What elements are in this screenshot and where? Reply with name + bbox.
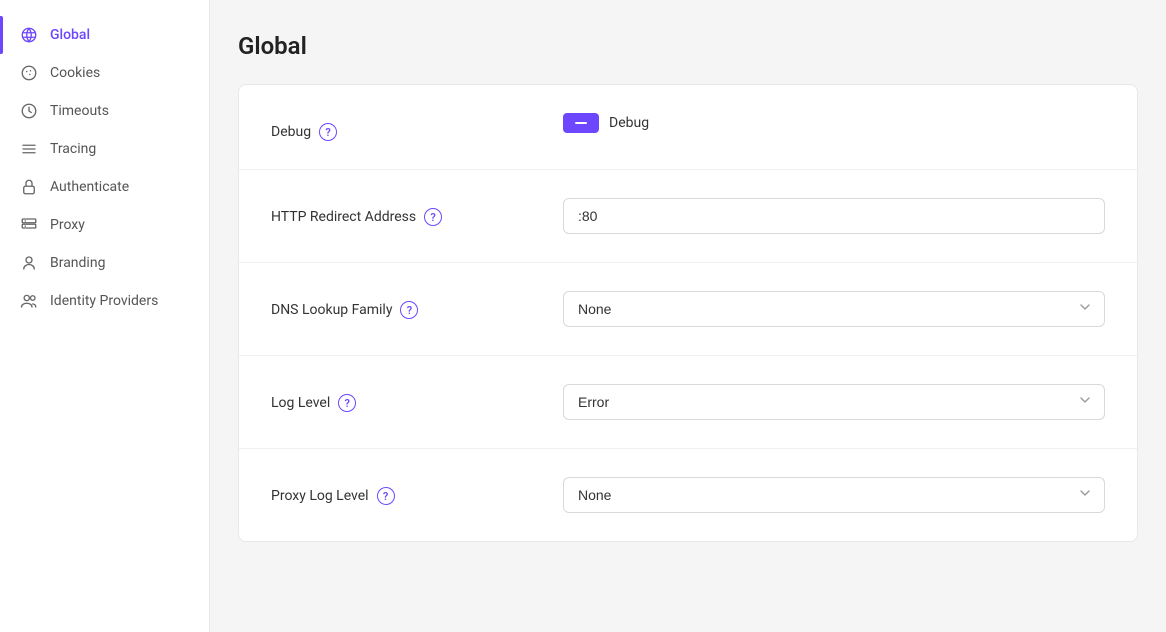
http-redirect-section: HTTP Redirect Address ?	[239, 170, 1137, 263]
log-level-row: Log Level ? Error Debug Info Warn Fatal	[271, 384, 1105, 420]
dns-lookup-row: DNS Lookup Family ? None V4Only V6Only A…	[271, 291, 1105, 327]
sidebar-item-global[interactable]: Global	[0, 16, 209, 54]
checkbox-minus-icon	[575, 122, 587, 125]
sidebar-item-label-cookies: Cookies	[50, 65, 100, 81]
debug-checkbox[interactable]	[563, 113, 599, 133]
sidebar-item-label-identity-providers: Identity Providers	[50, 293, 158, 309]
sidebar-item-label-global: Global	[50, 27, 90, 43]
dns-lookup-label-area: DNS Lookup Family ?	[271, 291, 531, 319]
clock-icon	[20, 102, 38, 120]
sidebar-item-identity-providers[interactable]: Identity Providers	[0, 282, 209, 320]
proxy-log-level-label-area: Proxy Log Level ?	[271, 477, 531, 505]
cookie-icon	[20, 64, 38, 82]
sidebar-item-label-branding: Branding	[50, 255, 105, 271]
http-redirect-help-icon[interactable]: ?	[424, 208, 442, 226]
sidebar: Global Cookies Timeouts	[0, 0, 210, 632]
user-icon	[20, 292, 38, 310]
list-icon	[20, 140, 38, 158]
log-level-label: Log Level	[271, 395, 330, 411]
debug-label: Debug	[271, 124, 311, 140]
debug-help-icon[interactable]: ?	[319, 123, 337, 141]
sidebar-item-label-tracing: Tracing	[50, 141, 96, 157]
dns-lookup-control: None V4Only V6Only Auto	[563, 291, 1105, 327]
log-level-control: Error Debug Info Warn Fatal	[563, 384, 1105, 420]
page-title: Global	[238, 32, 1138, 60]
proxy-log-level-help-icon[interactable]: ?	[377, 487, 395, 505]
http-redirect-control	[563, 198, 1105, 234]
main-content: Global Debug ? Debug	[210, 0, 1166, 632]
proxy-log-level-select[interactable]: None Error Debug Info Warn	[563, 477, 1105, 513]
debug-row: Debug ? Debug	[271, 113, 1105, 141]
log-level-select-wrapper: Error Debug Info Warn Fatal	[563, 384, 1105, 420]
proxy-log-level-section: Proxy Log Level ? None Error Debug Info …	[239, 449, 1137, 541]
settings-card: Debug ? Debug HTTP Redirect Address	[238, 84, 1138, 542]
proxy-log-level-row: Proxy Log Level ? None Error Debug Info …	[271, 477, 1105, 513]
http-redirect-label-area: HTTP Redirect Address ?	[271, 198, 531, 226]
dns-lookup-select-wrapper: None V4Only V6Only Auto	[563, 291, 1105, 327]
lock-icon	[20, 178, 38, 196]
debug-section: Debug ? Debug	[239, 85, 1137, 170]
server-icon	[20, 216, 38, 234]
http-redirect-input[interactable]	[563, 198, 1105, 234]
sidebar-item-label-authenticate: Authenticate	[50, 179, 129, 195]
debug-control: Debug	[563, 113, 1105, 133]
dns-lookup-select[interactable]: None V4Only V6Only Auto	[563, 291, 1105, 327]
debug-label-area: Debug ?	[271, 113, 531, 141]
dns-lookup-section: DNS Lookup Family ? None V4Only V6Only A…	[239, 263, 1137, 356]
proxy-log-level-label: Proxy Log Level	[271, 488, 369, 504]
log-level-section: Log Level ? Error Debug Info Warn Fatal	[239, 356, 1137, 449]
proxy-log-level-control: None Error Debug Info Warn	[563, 477, 1105, 513]
http-redirect-row: HTTP Redirect Address ?	[271, 198, 1105, 234]
dns-lookup-label: DNS Lookup Family	[271, 302, 392, 318]
globe-icon	[20, 26, 38, 44]
sidebar-item-label-timeouts: Timeouts	[50, 103, 109, 119]
sidebar-item-authenticate[interactable]: Authenticate	[0, 168, 209, 206]
log-level-help-icon[interactable]: ?	[338, 394, 356, 412]
branding-icon	[20, 254, 38, 272]
dns-lookup-help-icon[interactable]: ?	[400, 301, 418, 319]
http-redirect-label: HTTP Redirect Address	[271, 209, 416, 225]
proxy-log-level-select-wrapper: None Error Debug Info Warn	[563, 477, 1105, 513]
sidebar-item-cookies[interactable]: Cookies	[0, 54, 209, 92]
sidebar-item-tracing[interactable]: Tracing	[0, 130, 209, 168]
debug-checkbox-area: Debug	[563, 113, 1105, 133]
debug-checkbox-label: Debug	[609, 115, 649, 131]
sidebar-item-branding[interactable]: Branding	[0, 244, 209, 282]
sidebar-item-timeouts[interactable]: Timeouts	[0, 92, 209, 130]
sidebar-item-label-proxy: Proxy	[50, 217, 85, 233]
sidebar-item-proxy[interactable]: Proxy	[0, 206, 209, 244]
log-level-select[interactable]: Error Debug Info Warn Fatal	[563, 384, 1105, 420]
log-level-label-area: Log Level ?	[271, 384, 531, 412]
